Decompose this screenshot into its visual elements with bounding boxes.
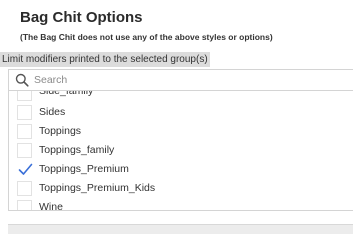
group-list-item[interactable]: Toppings_family (9, 141, 353, 160)
group-list-item[interactable]: Toppings_Premium_Kids (9, 179, 353, 198)
bag-chit-options-page: Bag Chit Options (The Bag Chit does not … (0, 0, 353, 234)
footer-bar (8, 224, 353, 234)
group-checkbox[interactable] (17, 162, 33, 177)
group-label: Toppings_family (39, 144, 115, 156)
section-subtitle: (The Bag Chit does not use any of the ab… (20, 32, 273, 42)
search-bar (9, 70, 353, 91)
limit-modifiers-label: Limit modifiers printed to the selected … (0, 52, 210, 67)
group-checkbox[interactable] (17, 143, 32, 158)
checkmark-icon (18, 163, 33, 175)
group-list-item[interactable]: Sides (9, 103, 353, 122)
group-list-item[interactable]: Toppings (9, 122, 353, 141)
group-checkbox[interactable] (17, 181, 32, 196)
section-title: Bag Chit Options (20, 9, 143, 26)
group-label: Sides (39, 106, 66, 118)
group-label: Toppings_Premium (39, 163, 129, 175)
search-icon (15, 73, 29, 87)
group-checkbox[interactable] (17, 124, 32, 139)
group-label: Toppings_Premium_Kids (39, 182, 156, 194)
group-list-item[interactable]: Toppings_Premium (9, 160, 353, 179)
group-select-panel: Side_family Sides Toppings Toppings_family T… (8, 69, 353, 211)
group-checkbox[interactable] (17, 105, 32, 120)
group-label: Wine (39, 201, 63, 211)
search-input[interactable] (34, 71, 334, 88)
group-list[interactable]: Side_family Sides Toppings Toppings_family T… (9, 84, 353, 211)
group-label: Toppings (39, 125, 82, 137)
group-list-item[interactable]: Wine (9, 198, 353, 211)
group-checkbox[interactable] (17, 200, 32, 210)
